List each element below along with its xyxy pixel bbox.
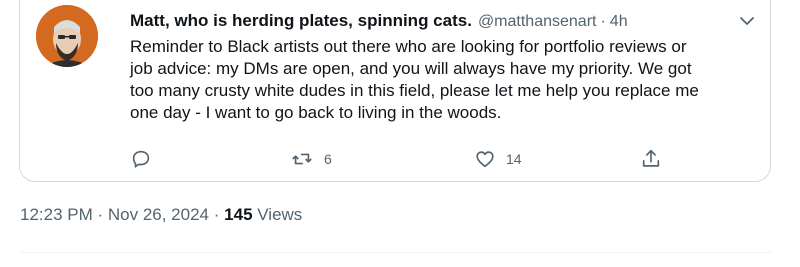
tweet-detail-view: Matt, who is herding plates, spinning ca… bbox=[0, 0, 800, 267]
reply-icon bbox=[132, 150, 150, 168]
views-label: Views bbox=[257, 205, 303, 224]
tweet-timestamp[interactable]: 12:23 PM · Nov 26, 2024 bbox=[20, 205, 209, 224]
share-icon bbox=[642, 149, 660, 167]
divider bbox=[20, 252, 772, 253]
more-options-button[interactable] bbox=[736, 11, 758, 31]
retweet-icon bbox=[292, 153, 312, 165]
tweet-header: Matt, who is herding plates, spinning ca… bbox=[130, 11, 628, 31]
chevron-down-icon bbox=[740, 17, 754, 25]
tweet-time[interactable]: 4h bbox=[610, 13, 628, 31]
views-count: 145 bbox=[224, 205, 253, 224]
user-handle[interactable]: @matthansenart bbox=[478, 13, 597, 31]
heart-icon bbox=[476, 151, 494, 168]
retweet-count: 6 bbox=[324, 151, 332, 167]
display-name[interactable]: Matt, who is herding plates, spinning ca… bbox=[130, 11, 472, 31]
tweet-meta: 12:23 PM · Nov 26, 2024 · 145 Views bbox=[20, 205, 302, 225]
meta-separator: · bbox=[213, 205, 220, 224]
like-button[interactable]: 14 bbox=[474, 147, 522, 171]
header-separator: · bbox=[600, 13, 606, 30]
share-button[interactable] bbox=[640, 147, 662, 171]
reply-button[interactable] bbox=[130, 147, 152, 171]
avatar[interactable] bbox=[36, 5, 98, 67]
tweet-actions: 6 14 bbox=[130, 147, 690, 171]
tweet-text: Reminder to Black artists out there who … bbox=[130, 37, 699, 122]
like-count: 14 bbox=[506, 151, 522, 167]
retweet-button[interactable]: 6 bbox=[290, 147, 332, 171]
quoted-tweet-card[interactable]: Matt, who is herding plates, spinning ca… bbox=[19, 0, 771, 182]
